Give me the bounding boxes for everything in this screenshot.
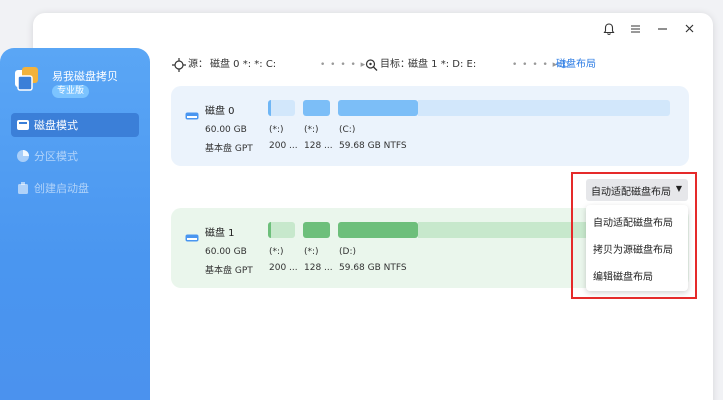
disk-name: 磁盘 0 [205,106,235,117]
partition-label: (C:) [339,125,356,135]
sidebar-item-label: 分区模式 [34,150,78,163]
disk-name: 磁盘 1 [205,228,235,239]
target-icon [365,57,378,78]
partition-detail: 59.68 GB NTFS [339,141,407,151]
target-value: 磁盘 1 *: D: E: [408,59,477,70]
partition-bar[interactable] [303,100,330,116]
source-icon [172,57,186,78]
partition-bar[interactable] [303,222,330,238]
close-icon[interactable] [684,23,695,39]
partition-bar[interactable] [268,222,295,238]
sidebar-item-partition-mode[interactable]: 分区模式 [11,144,139,168]
partition-bar[interactable] [338,100,418,116]
partition-label: (*:) [304,247,319,257]
app-logo-icon [14,66,40,92]
disk-icon [185,227,199,242]
disk-size: 60.00 GB [205,125,247,135]
sidebar-item-create-boot[interactable]: 创建启动盘 [11,176,139,200]
sidebar-item-disk-mode[interactable]: 磁盘模式 [11,113,139,137]
partition-mode-icon [16,149,30,163]
partition-free-space [418,100,670,116]
partition-detail: 200 ... [269,141,298,151]
partition-detail: 59.68 GB NTFS [339,263,407,273]
highlight-annotation [571,172,697,299]
partition-label: (*:) [269,247,284,257]
menu-icon[interactable] [630,23,641,39]
notification-icon[interactable] [603,23,615,40]
disk-card-0[interactable]: 磁盘 0 60.00 GB 基本盘 GPT (*:) (*:) (C:) 200… [171,86,689,166]
sidebar-item-label: 创建启动盘 [34,182,89,195]
sidebar-item-label: 磁盘模式 [34,119,78,132]
source-arrow-icon: • • • • ▸ [320,60,367,70]
app-name: 易我磁盘拷贝 [52,70,118,83]
target-arrow-icon: • • • • ▸ [512,60,559,70]
partition-detail: 200 ... [269,263,298,273]
partition-label: (*:) [269,125,284,135]
partition-detail: 128 ... [304,263,333,273]
disk-type: 基本盘 GPT [205,266,253,276]
partition-bar[interactable] [268,100,295,116]
edition-badge: 专业版 [52,85,90,98]
source-value: 磁盘 0 *: *: C: [210,59,277,70]
partition-bar[interactable] [338,222,418,238]
disk-mode-icon [16,118,30,132]
disk-icon [185,105,199,120]
minimize-icon[interactable] [657,23,668,39]
source-label: 源： [188,59,208,70]
boot-disk-icon [16,181,30,195]
partition-label: (D:) [339,247,356,257]
partition-label: (*:) [304,125,319,135]
target-label: 目标： [380,59,410,70]
disk-type: 基本盘 GPT [205,144,253,154]
disk-size: 60.00 GB [205,247,247,257]
partition-detail: 128 ... [304,141,333,151]
